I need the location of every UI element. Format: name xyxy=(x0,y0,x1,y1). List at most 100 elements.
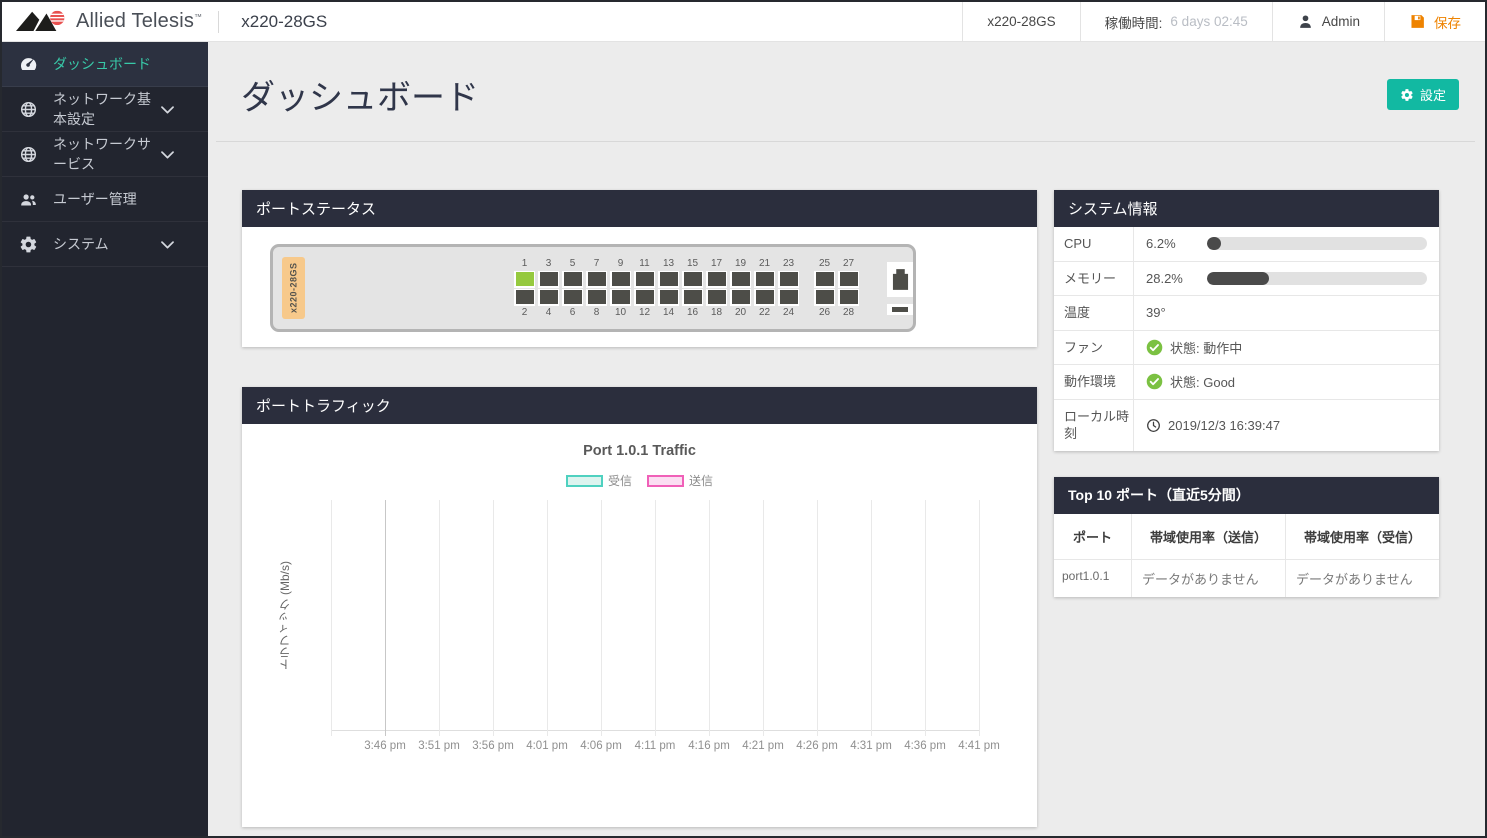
sidebar-item-label: ユーザー管理 xyxy=(53,191,137,207)
brand-name: Allied Telesis™ xyxy=(76,10,203,32)
system-info-text: 39° xyxy=(1146,305,1166,321)
system-info-label: ローカル時刻 xyxy=(1054,399,1134,451)
usage-bar-fill xyxy=(1207,237,1221,251)
port-19[interactable] xyxy=(730,270,751,288)
legend-item[interactable]: 送信 xyxy=(647,472,713,489)
port-traffic-panel: ポートトラフィック Port 1.0.1 Traffic 受信 送信 トラフィック… xyxy=(242,387,1037,827)
port-26[interactable] xyxy=(814,288,835,306)
port-number: 24 xyxy=(782,307,795,318)
port-column: 17 18 xyxy=(706,257,727,319)
system-info-label: CPU xyxy=(1054,227,1134,261)
port-number: 16 xyxy=(686,307,699,318)
app-window: Allied Telesis™ x220-28GS x220-28GS 稼働時間… xyxy=(0,0,1487,838)
port-1[interactable] xyxy=(514,270,535,288)
port-number: 12 xyxy=(638,307,651,318)
check-circle-icon xyxy=(1146,339,1163,356)
port-number: 11 xyxy=(639,258,650,269)
port-27[interactable] xyxy=(838,270,859,288)
port-2[interactable] xyxy=(514,288,535,306)
port-3[interactable] xyxy=(538,270,559,288)
port-13[interactable] xyxy=(658,270,679,288)
port-number: 23 xyxy=(782,258,795,269)
system-info-label: 動作環境 xyxy=(1054,365,1134,399)
system-info-row: メモリー 28.2% xyxy=(1054,260,1439,296)
port-28[interactable] xyxy=(838,288,859,306)
port-number: 27 xyxy=(842,258,855,269)
port-6[interactable] xyxy=(562,288,583,306)
port-12[interactable] xyxy=(634,288,655,306)
port-number: 15 xyxy=(686,258,699,269)
port-7[interactable] xyxy=(586,270,607,288)
clock-icon xyxy=(1146,417,1161,434)
port-21[interactable] xyxy=(754,270,775,288)
port-8[interactable] xyxy=(586,288,607,306)
port-number: 10 xyxy=(614,307,627,318)
system-info-value: 状態: 動作中 xyxy=(1134,331,1439,365)
check-circle-icon xyxy=(1146,373,1163,390)
port-column: 15 16 xyxy=(682,257,703,319)
port-24[interactable] xyxy=(778,288,799,306)
settings-button[interactable]: 設定 xyxy=(1386,79,1459,110)
port-23[interactable] xyxy=(778,270,799,288)
sidebar-item-dashboard[interactable]: ダッシュボード xyxy=(2,42,208,87)
port-traffic-panel-title: ポートトラフィック xyxy=(242,387,1037,424)
port-16[interactable] xyxy=(682,288,703,306)
users-icon xyxy=(19,190,38,209)
system-info-value: 状態: Good xyxy=(1134,365,1439,399)
port-20[interactable] xyxy=(730,288,751,306)
brand: Allied Telesis™ xyxy=(2,9,218,35)
legend-item[interactable]: 受信 xyxy=(565,472,632,489)
port-10[interactable] xyxy=(610,288,631,306)
port-number: 6 xyxy=(569,307,576,318)
port-17[interactable] xyxy=(706,270,727,288)
switch-graphic: x220-28GS 1 2 3 4 5 6 7 8 9 10 11 12 13 14 15 16 17 18 19 2… xyxy=(270,244,916,332)
gear-icon xyxy=(1400,88,1414,102)
port-number: 4 xyxy=(545,307,552,318)
sidebar-item-system[interactable]: システム xyxy=(2,222,208,267)
port-11[interactable] xyxy=(634,270,655,288)
save-button[interactable]: 保存 xyxy=(1384,2,1485,41)
port-9[interactable] xyxy=(610,270,631,288)
management-ports xyxy=(887,261,913,315)
port-number: 9 xyxy=(617,258,624,269)
port-column: 56 xyxy=(562,257,583,319)
sidebar-item-user-management[interactable]: ユーザー管理 xyxy=(2,177,208,222)
port-grid: 1 2 3 4 5 6 7 8 9 10 11 12 13 14 15 16 17 18 19 20 21 22 23 24 2… xyxy=(511,257,871,319)
port-name-cell: port1.0.1 xyxy=(1054,559,1132,597)
port-number: 3 xyxy=(545,258,552,269)
usage-bar xyxy=(1207,237,1427,251)
system-info-value: 28.2% xyxy=(1134,262,1439,296)
gear-icon xyxy=(19,235,38,254)
x-tick-label: 4:16 pm xyxy=(688,740,730,752)
settings-button-label: 設定 xyxy=(1419,88,1446,103)
usb-port-icon xyxy=(887,261,913,297)
port-14[interactable] xyxy=(658,288,679,306)
port-4[interactable] xyxy=(538,288,559,306)
port-number: 19 xyxy=(734,258,747,269)
system-info-label: メモリー xyxy=(1054,261,1134,296)
sidebar-item-network-basic-settings[interactable]: ネットワーク基本設定 xyxy=(2,87,208,132)
port-18[interactable] xyxy=(706,288,727,306)
gridline xyxy=(547,500,548,736)
system-info-value: 2019/12/3 16:39:47 xyxy=(1134,400,1439,451)
port-number: 28 xyxy=(842,307,855,318)
port-22[interactable] xyxy=(754,288,775,306)
system-info-text: 状態: Good xyxy=(1170,375,1236,391)
column-header: 帯域使用率（受信） xyxy=(1303,529,1421,545)
chart-x-ticks: 3:46 pm 3:51 pm 3:56 pm 4:01 pm 4:06 pm 4:11 … xyxy=(331,740,1000,762)
port-25[interactable] xyxy=(814,270,835,288)
bandwidth-cell: データがありません xyxy=(1296,571,1413,587)
header-uptime: 稼働時間: 6 days 02:45 xyxy=(1079,2,1272,41)
gridline xyxy=(871,500,872,736)
port-15[interactable] xyxy=(682,270,703,288)
sidebar-item-label: ネットワークサービス xyxy=(53,136,151,172)
traffic-chart: トラフィック (Mb/s) 3:46 pm 3:51 pm 3:56 pm 4:01 … xyxy=(242,500,1037,762)
sidebar-menu: ダッシュボード ネットワーク基本設定ネットワークサービスユーザー管理システム xyxy=(2,42,208,836)
user-menu[interactable]: Admin xyxy=(1271,2,1384,41)
uptime-label: 稼働時間: xyxy=(1104,15,1163,31)
port-5[interactable] xyxy=(562,270,583,288)
user-icon xyxy=(1297,13,1314,30)
gridline xyxy=(493,500,494,736)
sidebar-item-network-services[interactable]: ネットワークサービス xyxy=(2,132,208,177)
port-column: 12 xyxy=(514,257,535,319)
